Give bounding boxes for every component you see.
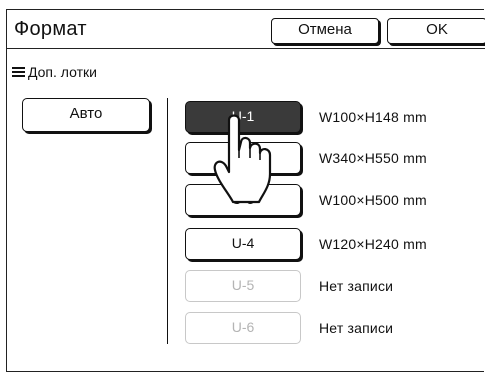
tray-button-u5[interactable]: U-5 [185, 270, 301, 302]
tray-size-u5: Нет записи [319, 278, 394, 294]
divider [167, 98, 168, 344]
cancel-button[interactable]: Отмена [271, 18, 379, 44]
tray-size-u4: W120×H240 mm [319, 236, 427, 252]
header: Формат Отмена OK [6, 9, 485, 49]
tray-size-u2: W340×H550 mm [319, 150, 427, 166]
hand-pointer-icon [213, 114, 272, 204]
tray-list-icon [12, 66, 25, 78]
tray-button-u6[interactable]: U-6 [185, 312, 301, 344]
subtitle: Доп. лотки [12, 64, 97, 80]
ok-button[interactable]: OK [387, 18, 485, 44]
auto-button[interactable]: Авто [22, 98, 150, 132]
tray-button-u4[interactable]: U-4 [185, 228, 301, 260]
page-title: Формат [14, 18, 87, 40]
tray-size-u3: W100×H500 mm [319, 192, 427, 208]
subtitle-label: Доп. лотки [28, 64, 97, 80]
tray-size-u1: W100×H148 mm [319, 109, 427, 125]
tray-size-u6: Нет записи [319, 320, 394, 336]
